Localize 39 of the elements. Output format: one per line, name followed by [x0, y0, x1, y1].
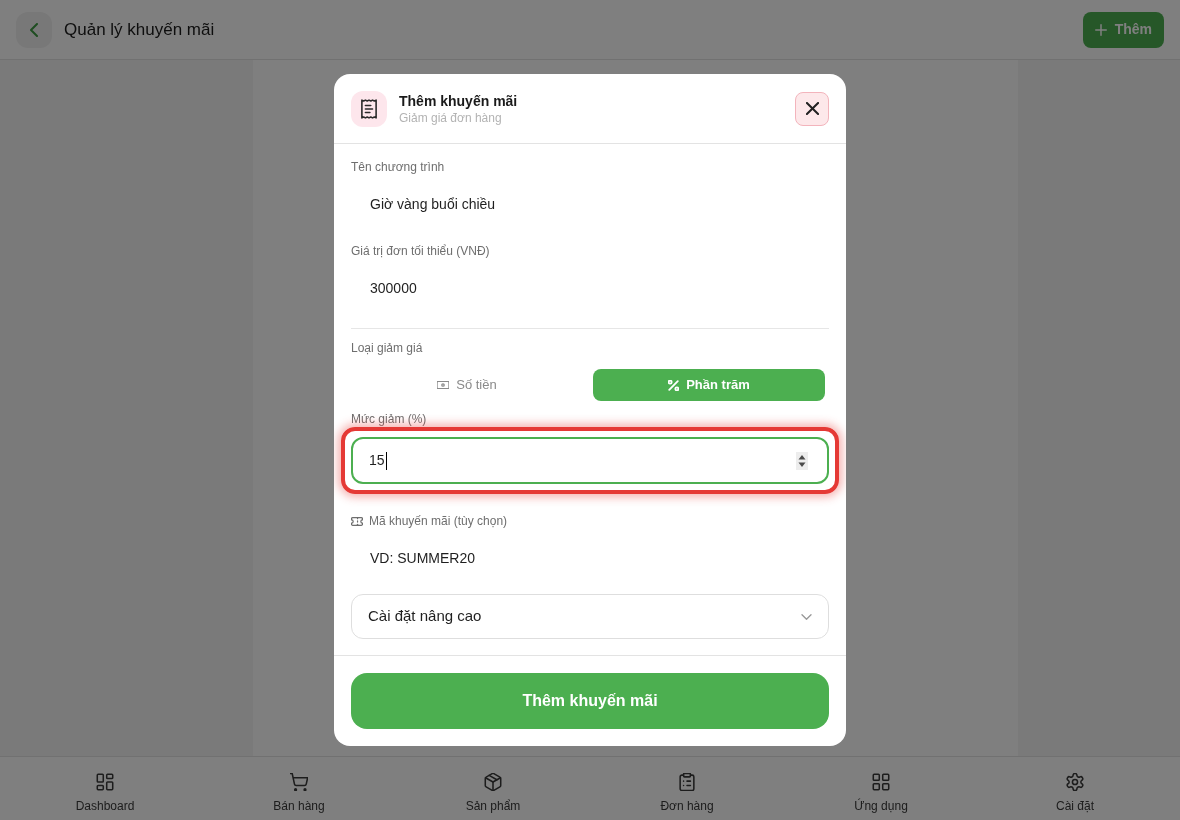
cart-icon: [290, 773, 308, 791]
field-label: Mức giảm (%): [351, 411, 428, 427]
field-label: Tên chương trình: [351, 159, 446, 175]
chevron-left-icon: [30, 22, 38, 37]
close-icon: [805, 102, 819, 115]
advanced-settings-toggle[interactable]: Cài đặt nâng cao: [351, 594, 829, 639]
chevron-down-icon: [801, 613, 812, 620]
segment-tab[interactable]: Phần trăm: [593, 369, 825, 401]
nav-item[interactable]: Bán hàng: [202, 757, 396, 820]
dashboard-icon: [96, 773, 114, 791]
dialog-subtitle: Giảm giá đơn hàng: [399, 109, 503, 126]
page-title: Quản lý khuyến mãi: [64, 18, 215, 41]
text-cursor-icon: [385, 451, 387, 470]
grid-icon: [872, 773, 890, 791]
ticket-icon: [351, 516, 363, 526]
submit-button[interactable]: Thêm khuyến mãi: [351, 673, 829, 729]
percent-icon: [668, 379, 680, 391]
receipt-icon: [351, 90, 387, 127]
plus-icon: [1094, 23, 1107, 36]
nav-item[interactable]: Dashboard: [8, 757, 202, 820]
nav-item[interactable]: Đơn hàng: [590, 757, 784, 820]
box-icon: [484, 773, 502, 791]
text-input[interactable]: VD: SUMMER20: [351, 536, 829, 580]
field-label: Loại giảm giá: [351, 340, 424, 356]
stepper-icon[interactable]: [796, 451, 808, 470]
nav-item[interactable]: Cài đặt: [978, 757, 1172, 820]
text-input[interactable]: 300000: [351, 266, 829, 310]
banknote-icon: [437, 381, 450, 389]
gear-icon: [1066, 773, 1084, 791]
clipboard-icon: [678, 773, 696, 791]
nav-item[interactable]: Ứng dụng: [784, 757, 978, 820]
field-label: Giá trị đơn tối thiểu (VNĐ): [351, 243, 491, 259]
field-label: Mã khuyến mãi (tùy chọn): [369, 513, 508, 529]
segment-tab[interactable]: Số tiền: [351, 369, 583, 401]
text-input[interactable]: Giờ vàng buổi chiều: [351, 182, 829, 226]
close-button[interactable]: [795, 91, 829, 126]
number-input[interactable]: 15: [351, 437, 829, 484]
nav-item[interactable]: Sản phẩm: [396, 757, 590, 820]
dialog-title: Thêm khuyến mãi: [399, 91, 518, 110]
